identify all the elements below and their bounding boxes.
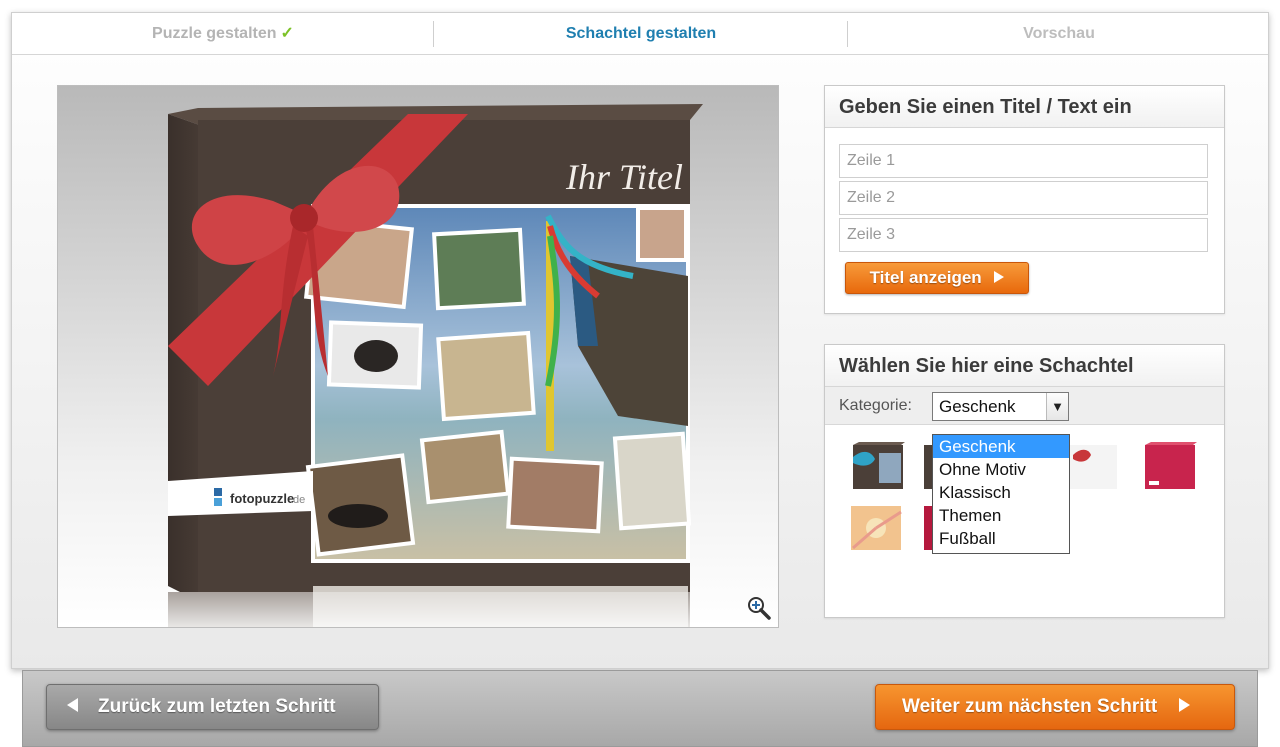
- step-navigation: Puzzle gestalten ✓ Schachtel gestalten Vo…: [12, 13, 1268, 55]
- category-select[interactable]: Geschenk ▼: [932, 392, 1069, 421]
- play-arrow-icon: [994, 271, 1005, 284]
- next-arrow-icon: [1179, 698, 1191, 713]
- brand-text: fotopuzzle: [230, 491, 294, 506]
- category-option-geschenk[interactable]: Geschenk: [933, 435, 1069, 458]
- step-puzzle-design-label: Puzzle gestalten: [152, 25, 277, 42]
- line-1-input[interactable]: [839, 144, 1208, 178]
- chevron-down-icon[interactable]: ▼: [1046, 393, 1068, 420]
- bottom-navigation-bar: Zurück zum letzten Schritt Weiter zum nä…: [22, 670, 1258, 747]
- step-box-design-label: Schachtel gestalten: [565, 25, 717, 42]
- step-box-design[interactable]: Schachtel gestalten: [434, 13, 848, 55]
- show-title-button-label: Titel anzeigen: [869, 268, 982, 287]
- back-arrow-icon: [67, 698, 78, 713]
- zoom-in-icon[interactable]: [746, 595, 772, 621]
- category-dropdown-list: Geschenk Ohne Motiv Klassisch Themen Fuß…: [932, 434, 1070, 554]
- back-button[interactable]: Zurück zum letzten Schritt: [46, 684, 379, 730]
- box-thumb-gift-white[interactable]: [1065, 441, 1121, 491]
- step-preview[interactable]: Vorschau: [848, 13, 1270, 55]
- category-option-themen[interactable]: Themen: [933, 504, 1069, 527]
- box-title-text: Ihr Titel: [565, 157, 683, 197]
- box-thumb-gift-brown[interactable]: [849, 441, 905, 491]
- designer-card: Puzzle gestalten ✓ Schachtel gestalten Vo…: [11, 12, 1269, 669]
- category-row: Kategorie: Geschenk ▼: [825, 387, 1224, 425]
- check-icon: ✓: [280, 25, 294, 42]
- back-button-label: Zurück zum letzten Schritt: [98, 696, 336, 717]
- next-button-label: Weiter zum nächsten Schritt: [902, 696, 1158, 717]
- brand-suffix-text: .de: [290, 494, 305, 506]
- title-panel-heading: Geben Sie einen Titel / Text ein: [825, 86, 1224, 128]
- box-preview: fotopuzzle .de Ihr Titel: [57, 85, 779, 628]
- line-2-input[interactable]: [839, 181, 1208, 215]
- puzzle-box-image: fotopuzzle .de Ihr Titel: [168, 104, 703, 627]
- box-thumb-gift-sunburst[interactable]: [849, 502, 905, 552]
- box-thumb-gift-pink[interactable]: [1141, 441, 1197, 491]
- title-text-panel: Geben Sie einen Titel / Text ein Titel a…: [824, 85, 1225, 314]
- line-3-input[interactable]: [839, 218, 1208, 252]
- box-panel-heading: Wählen Sie hier eine Schachtel: [825, 345, 1224, 387]
- step-puzzle-design[interactable]: Puzzle gestalten ✓: [12, 13, 434, 55]
- show-title-button[interactable]: Titel anzeigen: [845, 262, 1029, 294]
- category-label: Kategorie:: [839, 397, 912, 414]
- category-option-klassisch[interactable]: Klassisch: [933, 481, 1069, 504]
- category-option-ohne-motiv[interactable]: Ohne Motiv: [933, 458, 1069, 481]
- category-selected-value: Geschenk: [939, 397, 1016, 416]
- next-button[interactable]: Weiter zum nächsten Schritt: [875, 684, 1235, 730]
- step-preview-label: Vorschau: [1023, 25, 1095, 42]
- category-option-fussball[interactable]: Fußball: [933, 527, 1069, 550]
